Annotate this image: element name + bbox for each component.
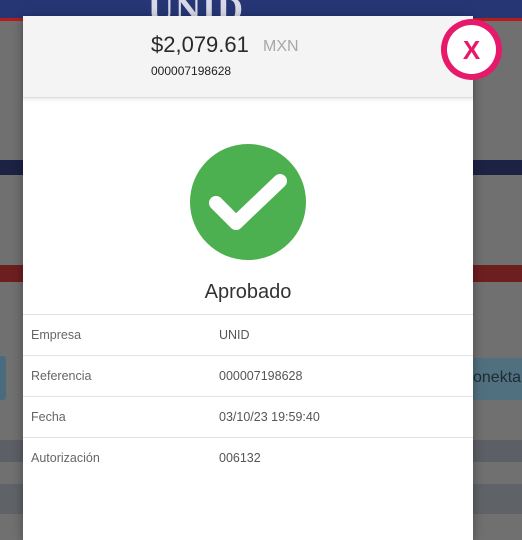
detail-row: Autorización 006132: [23, 437, 473, 478]
modal-header: $2,079.61 MXN 000007198628: [23, 16, 473, 98]
payment-reference: 000007198628: [151, 64, 232, 78]
status-text: Aprobado: [204, 281, 292, 303]
detail-label: Autorización: [31, 451, 100, 465]
detail-label: Fecha: [31, 410, 66, 424]
background-button: [0, 356, 6, 400]
detail-value: UNID: [219, 328, 250, 342]
detail-row: Fecha 03/10/23 19:59:40: [23, 396, 473, 437]
detail-value: 006132: [219, 451, 261, 465]
detail-row: Empresa UNID: [23, 314, 473, 355]
payment-currency: MXN: [263, 38, 299, 55]
background-button-label: onekta: [473, 369, 522, 386]
detail-label: Empresa: [31, 328, 82, 342]
close-icon[interactable]: X: [447, 25, 496, 74]
detail-row: Referencia 000007198628: [23, 355, 473, 396]
detail-value: 000007198628: [219, 369, 303, 383]
details-table: Empresa UNID Referencia 000007198628 Fec…: [23, 314, 473, 478]
payment-amount: $2,079.61: [151, 32, 249, 57]
check-icon: [190, 144, 306, 260]
detail-label: Referencia: [31, 369, 92, 383]
close-label: X: [462, 34, 481, 65]
payment-result-modal: $2,079.61 MXN 000007198628 Aprobado Empr…: [23, 16, 473, 540]
close-button[interactable]: X: [441, 19, 502, 80]
detail-value: 03/10/23 19:59:40: [219, 410, 320, 424]
